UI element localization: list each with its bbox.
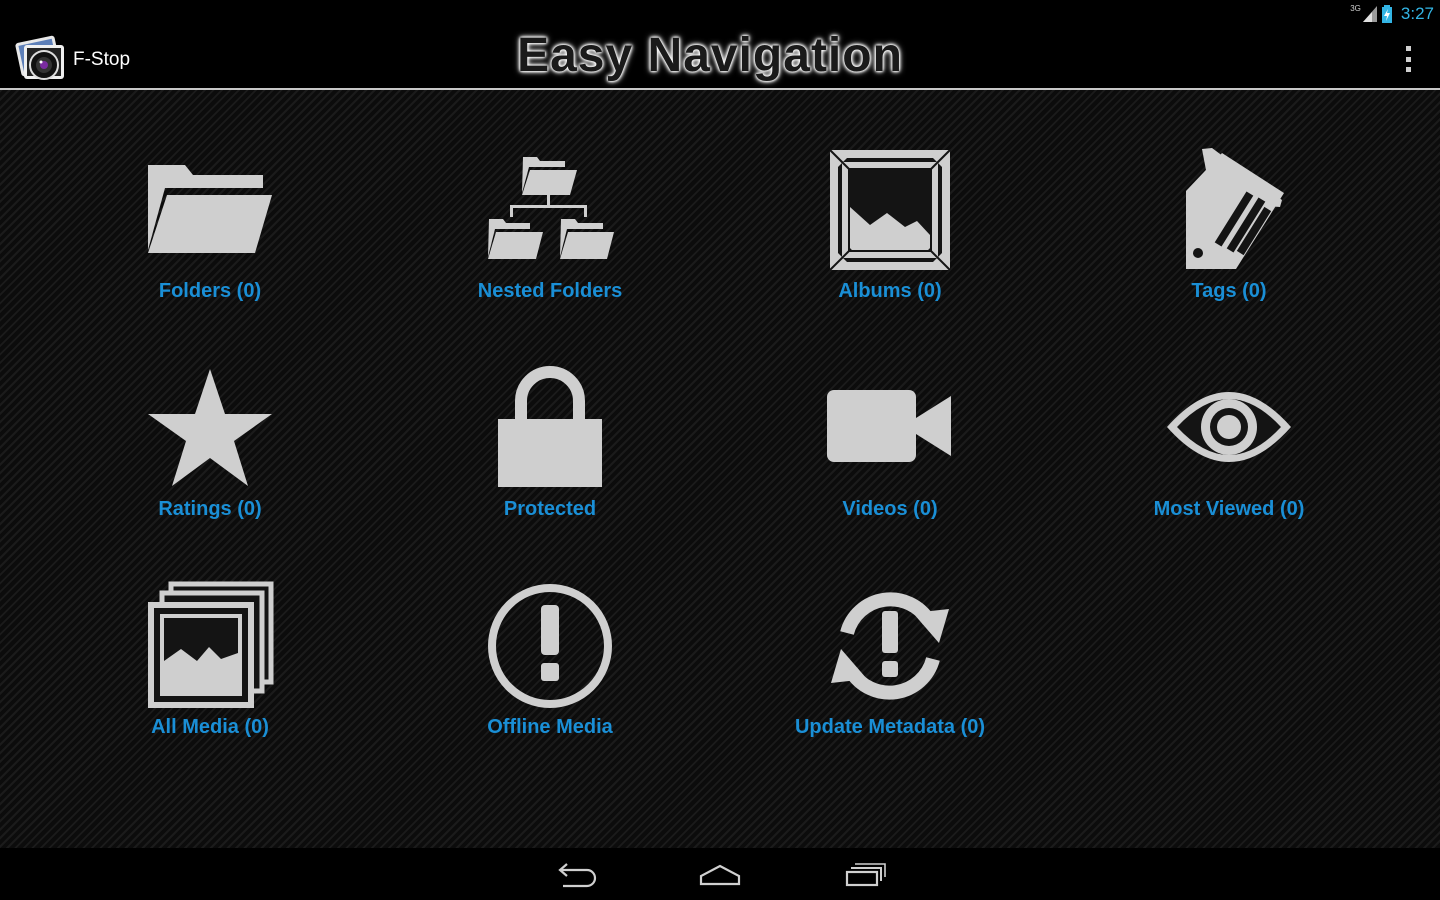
battery-charging-icon <box>1381 5 1392 23</box>
tile-videos[interactable]: Videos (0) <box>740 363 1040 563</box>
tile-folders[interactable]: Folders (0) <box>60 145 360 345</box>
network-type-label: 3G <box>1350 4 1361 13</box>
overflow-menu-icon[interactable] <box>1400 46 1416 72</box>
tile-tags[interactable]: Tags (0) <box>1079 145 1379 345</box>
tile-albums[interactable]: Albums (0) <box>740 145 1040 345</box>
tile-most-viewed[interactable]: Most Viewed (0) <box>1079 363 1379 563</box>
page-heading: Easy Navigation <box>517 29 903 82</box>
tag-icon <box>1186 148 1284 269</box>
lock-icon <box>498 366 602 487</box>
signal-icon <box>1362 6 1377 22</box>
tile-protected[interactable]: Protected <box>400 363 700 563</box>
tile-offline-media[interactable]: Offline Media <box>400 581 700 781</box>
tile-label: Albums (0) <box>838 280 942 302</box>
folder-icon <box>148 165 272 253</box>
refresh-alert-icon <box>831 592 949 700</box>
tile-label: All Media (0) <box>151 716 269 738</box>
nested-folders-icon <box>488 157 614 259</box>
star-icon <box>148 369 272 486</box>
status-bar: 3G 3:27 <box>0 0 1440 28</box>
tile-label: Protected <box>503 498 597 520</box>
tile-label: Update Metadata (0) <box>794 716 986 738</box>
status-icons: 3G 3:27 <box>1350 3 1434 25</box>
media-stack-icon <box>148 581 274 708</box>
tile-label: Offline Media <box>487 716 613 738</box>
tile-label: Ratings (0) <box>158 498 262 520</box>
recent-apps-icon[interactable] <box>840 860 890 890</box>
album-icon <box>829 149 951 271</box>
tile-label: Tags (0) <box>1191 280 1267 302</box>
tile-label: Most Viewed (0) <box>1153 498 1305 520</box>
tile-label: Videos (0) <box>842 498 938 520</box>
home-icon[interactable] <box>695 860 745 890</box>
tile-label: Folders (0) <box>158 280 262 302</box>
tile-ratings[interactable]: Ratings (0) <box>60 363 360 563</box>
tile-update-metadata[interactable]: Update Metadata (0) <box>740 581 1040 781</box>
eye-icon <box>1167 392 1291 462</box>
navigation-grid: Folders (0) Nested Folders Albums (0) Ta… <box>0 90 1440 848</box>
back-icon[interactable] <box>551 860 601 890</box>
tile-all-media[interactable]: All Media (0) <box>60 581 360 781</box>
action-bar: F-Stop Easy Navigation <box>0 28 1440 90</box>
clock: 3:27 <box>1400 4 1434 23</box>
exclamation-circle-icon <box>488 584 612 708</box>
tile-label: Nested Folders <box>477 280 623 302</box>
video-camera-icon <box>827 390 951 462</box>
tile-nested-folders[interactable]: Nested Folders <box>400 145 700 345</box>
system-navigation-bar <box>0 848 1440 900</box>
